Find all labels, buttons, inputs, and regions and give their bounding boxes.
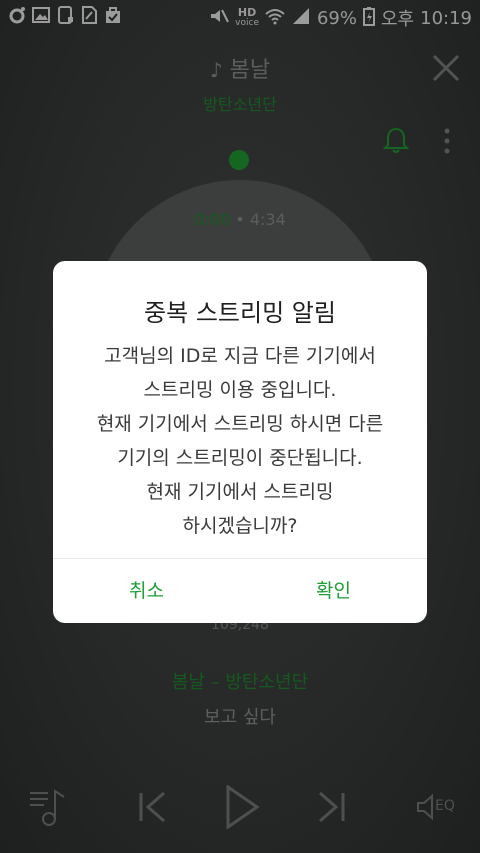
dialog-message: 고객님의 ID로 지금 다른 기기에서 스트리밍 이용 중입니다. 현재 기기에… <box>65 339 415 543</box>
dialog-title: 중복 스트리밍 알림 <box>144 299 336 327</box>
cancel-button[interactable]: 취소 <box>53 559 240 623</box>
player-screen: HD voice 69% 오후 10:19 ♪ 봄날 방탄소년단 0:00 • … <box>0 0 480 853</box>
message-line: 하시겠습니까? <box>182 515 298 537</box>
confirm-button[interactable]: 확인 <box>240 559 427 623</box>
message-line: 스트리밍 이용 중입니다. <box>143 379 337 401</box>
message-line: 현재 기기에서 스트리밍 <box>146 481 334 503</box>
duplicate-streaming-dialog: 중복 스트리밍 알림 고객님의 ID로 지금 다른 기기에서 스트리밍 이용 중… <box>53 261 427 623</box>
message-line: 기기의 스트리밍이 중단됩니다. <box>117 447 363 469</box>
message-line: 현재 기기에서 스트리밍 하시면 다른 <box>96 413 384 435</box>
message-line: 고객님의 ID로 지금 다른 기기에서 <box>104 345 376 367</box>
